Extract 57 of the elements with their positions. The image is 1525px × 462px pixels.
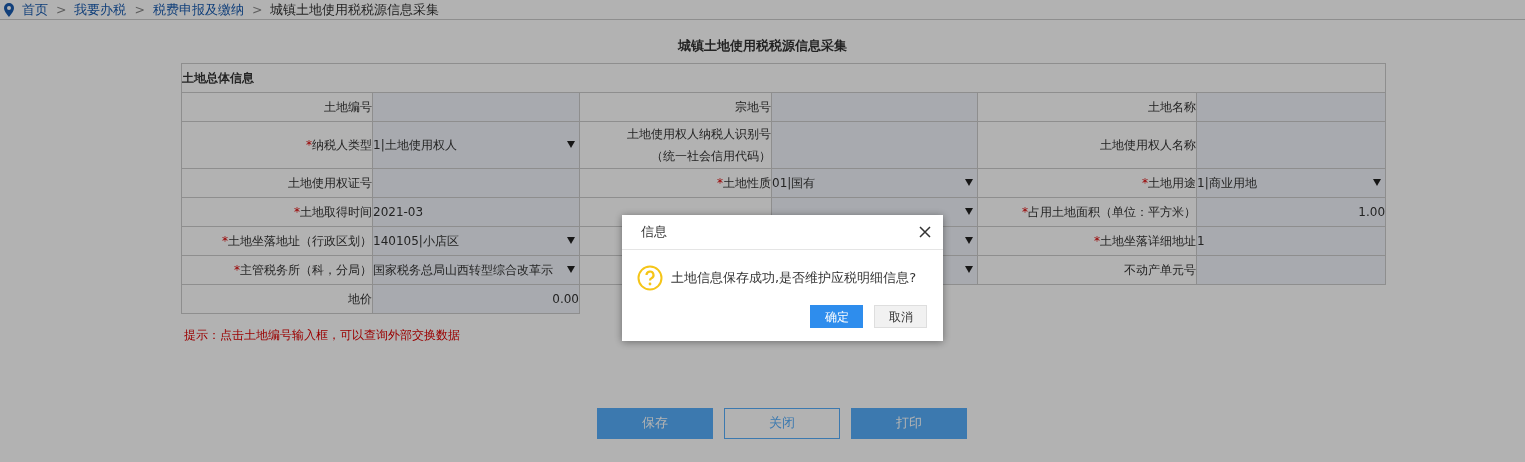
field-label: *占用土地面积（单位：平方米）	[1022, 204, 1196, 219]
input-field[interactable]	[1196, 121, 1386, 168]
input-field[interactable]	[1196, 255, 1386, 284]
field-label: *土地性质	[717, 175, 771, 190]
field-label: 土地名称	[1148, 99, 1196, 114]
hint-text: 提示：点击土地编号输入框，可以查询外部交换数据	[184, 326, 461, 344]
dialog-button[interactable]: 取消	[874, 305, 927, 328]
input-field[interactable]: 1	[1196, 226, 1386, 255]
select-field[interactable]: 1|商业用地	[1196, 168, 1386, 197]
field-label: *土地取得时间	[294, 204, 372, 219]
input-field[interactable]	[372, 168, 580, 197]
dropdown-arrow-icon	[965, 237, 973, 244]
section-header: 土地总体信息	[181, 63, 1386, 92]
input-field[interactable]	[372, 92, 580, 121]
field-label: *土地坐落详细地址	[1094, 233, 1196, 248]
select-field[interactable]: 1|土地使用权人	[372, 121, 580, 168]
select-field[interactable]: 01|国有	[771, 168, 978, 197]
dropdown-arrow-icon	[1373, 179, 1382, 186]
breadcrumb-link[interactable]: 首页	[22, 1, 48, 18]
field-label: *主管税务所（科，分局）	[234, 262, 372, 277]
dropdown-arrow-icon	[965, 179, 973, 186]
breadcrumb-link[interactable]: 税费申报及缴纳	[152, 1, 244, 18]
location-pin-icon	[4, 2, 14, 17]
dropdown-arrow-icon	[567, 237, 575, 244]
dropdown-arrow-icon	[567, 141, 575, 148]
field-label: 土地使用权人名称	[1100, 137, 1196, 152]
field-label: *纳税人类型	[306, 137, 372, 152]
select-field[interactable]: 国家税务总局山西转型综合改革示	[372, 255, 580, 284]
field-label: *土地用途	[1142, 175, 1196, 190]
input-field[interactable]: 2021-03	[372, 197, 580, 226]
number-field[interactable]: 1.00	[1196, 197, 1386, 226]
close-button[interactable]	[919, 226, 931, 238]
field-label: 地价	[348, 291, 372, 306]
breadcrumb-current: 城镇土地使用税税源信息采集	[270, 1, 440, 18]
input-field[interactable]	[771, 121, 978, 168]
breadcrumb-separator: >	[134, 1, 145, 18]
dropdown-arrow-icon	[965, 208, 973, 215]
form-title: 城镇土地使用税税源信息采集	[676, 37, 848, 55]
field-label: 土地编号	[324, 99, 372, 114]
input-field[interactable]	[1196, 92, 1386, 121]
field-label: （统一社会信用代码）	[651, 148, 771, 163]
dropdown-arrow-icon	[567, 266, 575, 273]
dropdown-arrow-icon	[965, 266, 973, 273]
input-field[interactable]	[771, 92, 978, 121]
question-icon	[637, 265, 663, 291]
number-field[interactable]: 0.00	[372, 284, 580, 313]
breadcrumb-link[interactable]: 我要办税	[74, 1, 127, 18]
breadcrumb-separator: >	[56, 1, 67, 18]
dialog-title: 信息	[641, 223, 667, 242]
field-label: *土地坐落地址（行政区划）	[222, 233, 372, 248]
field-label: 土地使用权人纳税人识别号	[627, 126, 771, 141]
field-label: 宗地号	[735, 99, 771, 114]
select-field[interactable]: 140105|小店区	[372, 226, 580, 255]
field-label: 不动产单元号	[1124, 262, 1196, 277]
dialog-message: 土地信息保存成功,是否维护应税明细信息?	[671, 269, 917, 288]
breadcrumb-separator: >	[251, 1, 263, 18]
field-label: 土地使用权证号	[288, 175, 372, 190]
